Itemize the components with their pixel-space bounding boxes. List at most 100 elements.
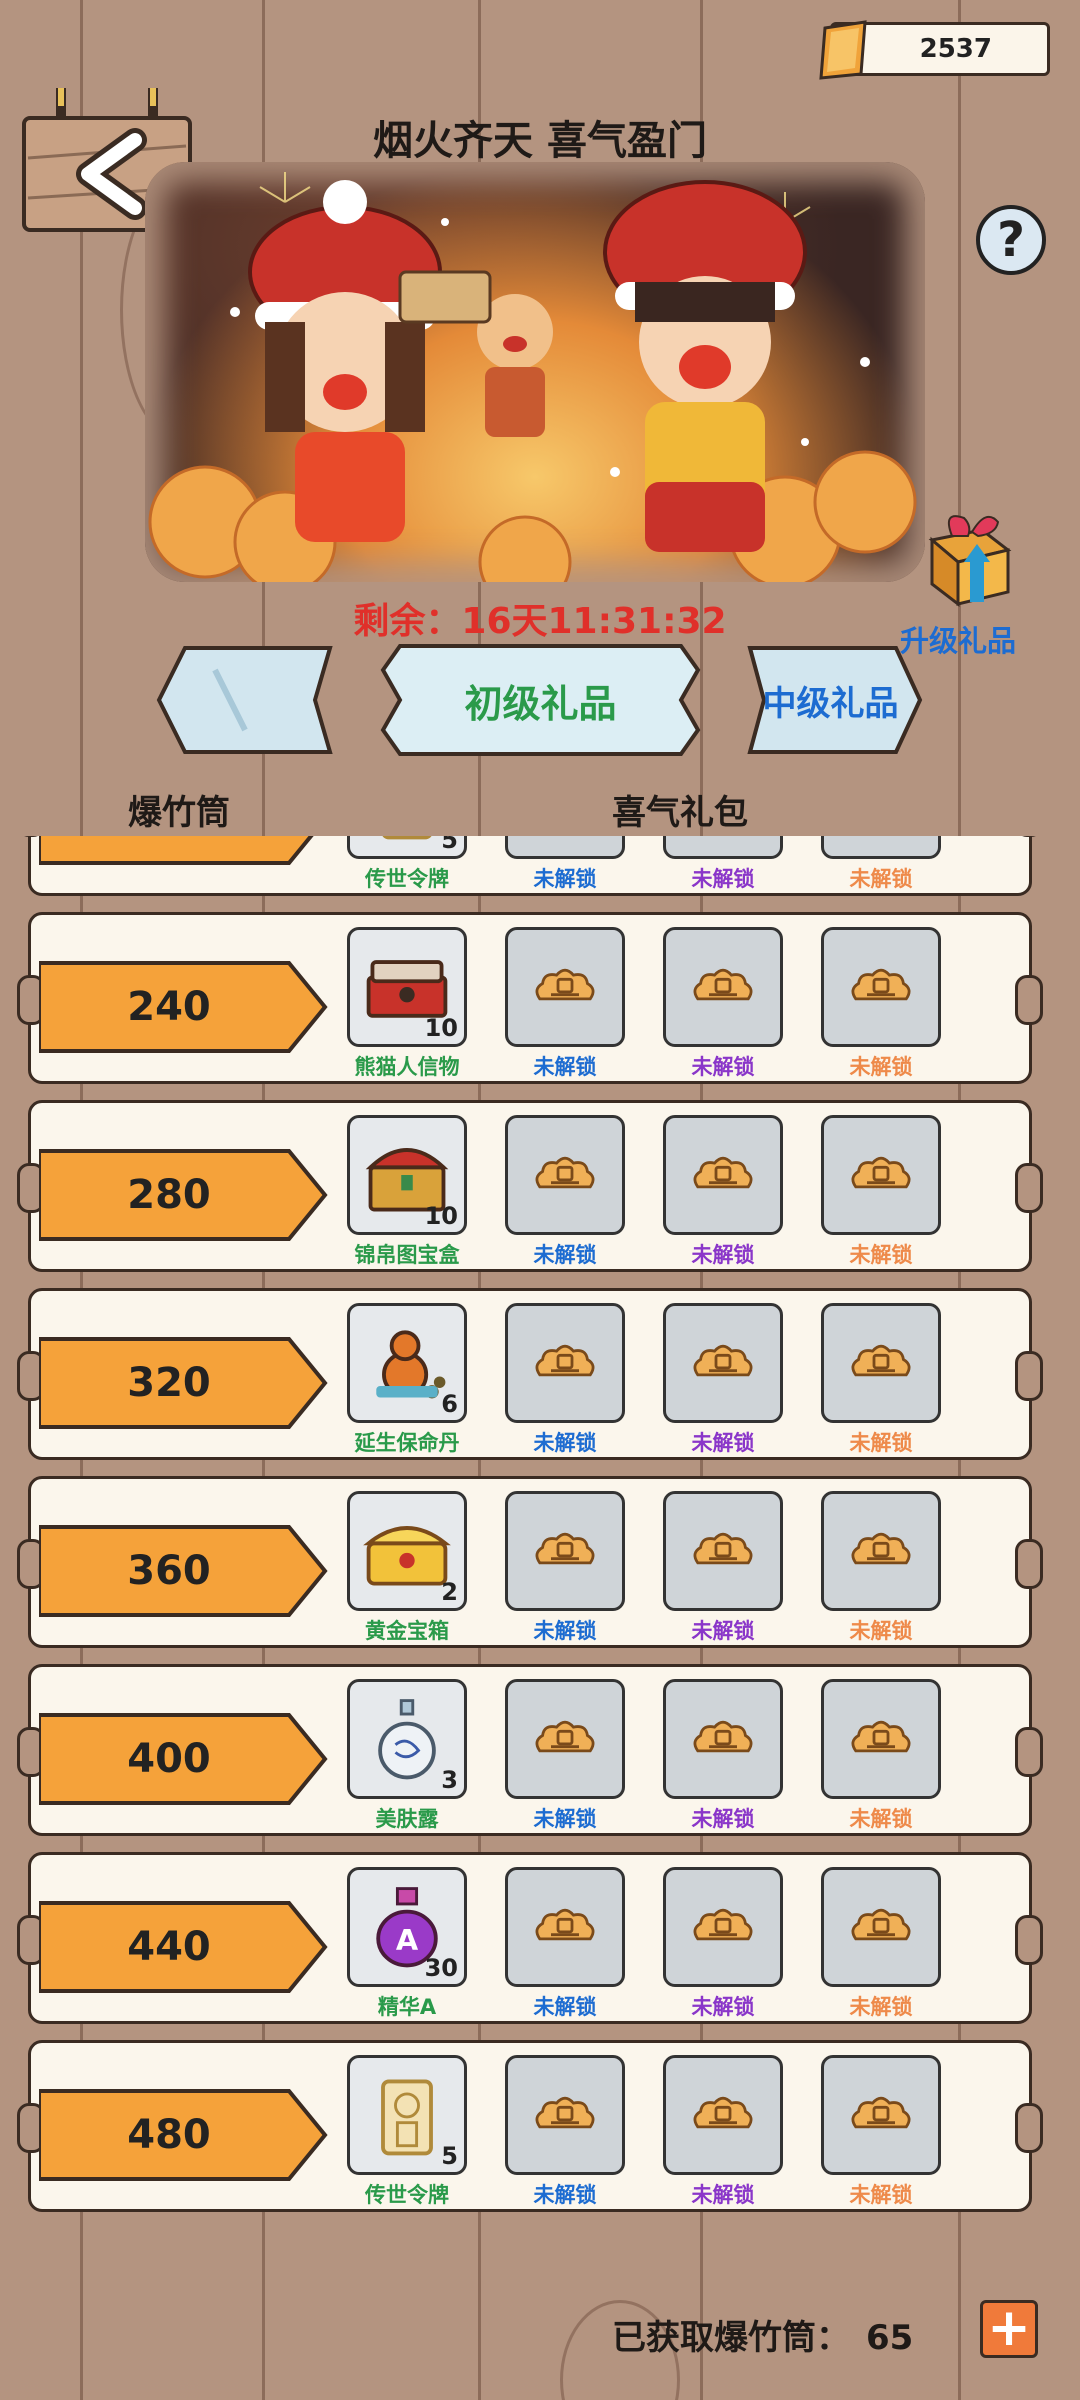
locked-reward-slot[interactable] bbox=[821, 1115, 941, 1235]
cloud-lock-icon bbox=[535, 2096, 595, 2129]
locked-reward-slot[interactable] bbox=[505, 1303, 625, 1423]
locked-label: 未解锁 bbox=[849, 1807, 913, 1831]
locked-reward-slot[interactable] bbox=[821, 927, 941, 1047]
locked-reward-slot[interactable] bbox=[663, 927, 783, 1047]
reward-item-slot[interactable]: 6 bbox=[347, 1303, 467, 1423]
cloud-lock-icon bbox=[693, 1908, 753, 1941]
item-name: 延生保命丹 bbox=[354, 1431, 460, 1455]
locked-label: 未解锁 bbox=[849, 1243, 913, 1267]
locked-label: 未解锁 bbox=[691, 2183, 755, 2207]
locked-label: 未解锁 bbox=[691, 1995, 755, 2019]
level-value: 200 bbox=[127, 836, 211, 842]
reward-item-slot[interactable]: 10 bbox=[347, 1115, 467, 1235]
firecracker-level-tag: 480 bbox=[39, 2087, 329, 2183]
help-button[interactable]: ? bbox=[976, 205, 1046, 275]
firecracker-count: 已获取爆竹筒： 65 bbox=[612, 2310, 913, 2359]
locked-reward-slot[interactable] bbox=[663, 1679, 783, 1799]
locked-reward-slot[interactable] bbox=[505, 1867, 625, 1987]
gold-bar-icon bbox=[819, 20, 867, 80]
locked-reward-slot[interactable] bbox=[663, 836, 783, 859]
locked-label: 未解锁 bbox=[533, 1807, 597, 1831]
firecracker-level-tag: 320 bbox=[39, 1335, 329, 1431]
locked-reward-slot[interactable] bbox=[505, 836, 625, 859]
item-name: 熊猫人信物 bbox=[354, 1055, 460, 1079]
item-name: 精华A bbox=[377, 1995, 437, 2019]
locked-label: 未解锁 bbox=[849, 867, 913, 891]
cloud-lock-icon bbox=[693, 1344, 753, 1377]
cloud-lock-icon bbox=[693, 1156, 753, 1189]
currency-amount: 2537 bbox=[919, 34, 992, 64]
reward-row: 280 10 锦帛图宝盒 未解锁 未解锁 未解锁 bbox=[17, 1100, 1043, 1272]
reward-row: 240 10 熊猫人信物 未解锁 未解锁 未解锁 bbox=[17, 912, 1043, 1084]
reward-row: 320 6 延生保命丹 未解锁 未解锁 未解锁 bbox=[17, 1288, 1043, 1460]
cloud-lock-icon bbox=[535, 1532, 595, 1565]
locked-label: 未解锁 bbox=[849, 1619, 913, 1643]
cloud-lock-icon bbox=[851, 1532, 911, 1565]
locked-reward-slot[interactable] bbox=[821, 836, 941, 859]
locked-label: 未解锁 bbox=[691, 1243, 755, 1267]
locked-label: 未解锁 bbox=[849, 1055, 913, 1079]
item-count: 6 bbox=[441, 1390, 458, 1418]
locked-reward-slot[interactable] bbox=[663, 2055, 783, 2175]
locked-reward-slot[interactable] bbox=[821, 1867, 941, 1987]
locked-label: 未解锁 bbox=[849, 1995, 913, 2019]
locked-label: 未解锁 bbox=[533, 1995, 597, 2019]
reward-item-slot[interactable]: 10 bbox=[347, 927, 467, 1047]
locked-reward-slot[interactable] bbox=[821, 2055, 941, 2175]
cloud-lock-icon bbox=[851, 2096, 911, 2129]
tab-basic-gift[interactable]: 初级礼品 bbox=[378, 640, 703, 760]
firecracker-level-tag: 280 bbox=[39, 1147, 329, 1243]
locked-label: 未解锁 bbox=[691, 1619, 755, 1643]
locked-reward-slot[interactable] bbox=[821, 1303, 941, 1423]
reward-item-slot[interactable]: 5 bbox=[347, 2055, 467, 2175]
cloud-lock-icon bbox=[851, 1908, 911, 1941]
reward-item-slot[interactable]: 5 bbox=[347, 836, 467, 859]
locked-reward-slot[interactable] bbox=[821, 1491, 941, 1611]
locked-label: 未解锁 bbox=[691, 1431, 755, 1455]
locked-label: 未解锁 bbox=[691, 1807, 755, 1831]
level-value: 320 bbox=[127, 1360, 211, 1406]
locked-reward-slot[interactable] bbox=[505, 1491, 625, 1611]
reward-item-slot[interactable]: 2 bbox=[347, 1491, 467, 1611]
item-name: 锦帛图宝盒 bbox=[354, 1243, 460, 1267]
locked-reward-slot[interactable] bbox=[663, 1303, 783, 1423]
item-count: 5 bbox=[441, 2142, 458, 2170]
cloud-lock-icon bbox=[693, 2096, 753, 2129]
upgrade-gift-icon[interactable] bbox=[912, 500, 1022, 610]
cloud-lock-icon bbox=[851, 1156, 911, 1189]
event-title: 烟火齐天 喜气盈门 bbox=[373, 118, 707, 164]
locked-reward-slot[interactable] bbox=[505, 927, 625, 1047]
item-name: 黄金宝箱 bbox=[365, 1619, 449, 1643]
item-count: 10 bbox=[424, 1014, 458, 1042]
locked-label: 未解锁 bbox=[533, 1055, 597, 1079]
tab-label: 中级礼品 bbox=[762, 683, 899, 724]
reward-item-slot[interactable]: A 30 bbox=[347, 1867, 467, 1987]
locked-label: 未解锁 bbox=[533, 1243, 597, 1267]
reward-row: 480 5 传世令牌 未解锁 未解锁 未解锁 bbox=[17, 2040, 1043, 2212]
firecracker-level-tag: 360 bbox=[39, 1523, 329, 1619]
locked-reward-slot[interactable] bbox=[821, 1679, 941, 1799]
locked-reward-slot[interactable] bbox=[505, 2055, 625, 2175]
reward-list[interactable]: 2005传世令牌未解锁未解锁未解锁24010熊猫人信物未解锁未解锁未解锁2801… bbox=[0, 836, 1080, 2236]
locked-reward-slot[interactable] bbox=[505, 1679, 625, 1799]
cloud-lock-icon bbox=[535, 1908, 595, 1941]
locked-label: 未解锁 bbox=[533, 867, 597, 891]
locked-reward-slot[interactable] bbox=[663, 1115, 783, 1235]
item-name: 传世令牌 bbox=[365, 867, 449, 891]
locked-reward-slot[interactable] bbox=[663, 1867, 783, 1987]
reward-item-slot[interactable]: 3 bbox=[347, 1679, 467, 1799]
cloud-lock-icon bbox=[693, 1532, 753, 1565]
firecracker-count-label: 已获取爆竹筒： bbox=[612, 2318, 850, 2358]
item-count: 10 bbox=[424, 1202, 458, 1230]
locked-reward-slot[interactable] bbox=[505, 1115, 625, 1235]
cloud-lock-icon bbox=[535, 968, 595, 1001]
locked-label: 未解锁 bbox=[849, 1431, 913, 1455]
cloud-lock-icon bbox=[851, 1720, 911, 1753]
add-button[interactable]: + bbox=[980, 2300, 1038, 2358]
reward-row: 360 2 黄金宝箱 未解锁 未解锁 未解锁 bbox=[17, 1476, 1043, 1648]
tab-intermediate-gift[interactable]: 中级礼品 bbox=[738, 640, 923, 760]
cloud-lock-icon bbox=[851, 1344, 911, 1377]
locked-label: 未解锁 bbox=[691, 867, 755, 891]
tab-basic-left[interactable] bbox=[155, 640, 340, 760]
locked-reward-slot[interactable] bbox=[663, 1491, 783, 1611]
